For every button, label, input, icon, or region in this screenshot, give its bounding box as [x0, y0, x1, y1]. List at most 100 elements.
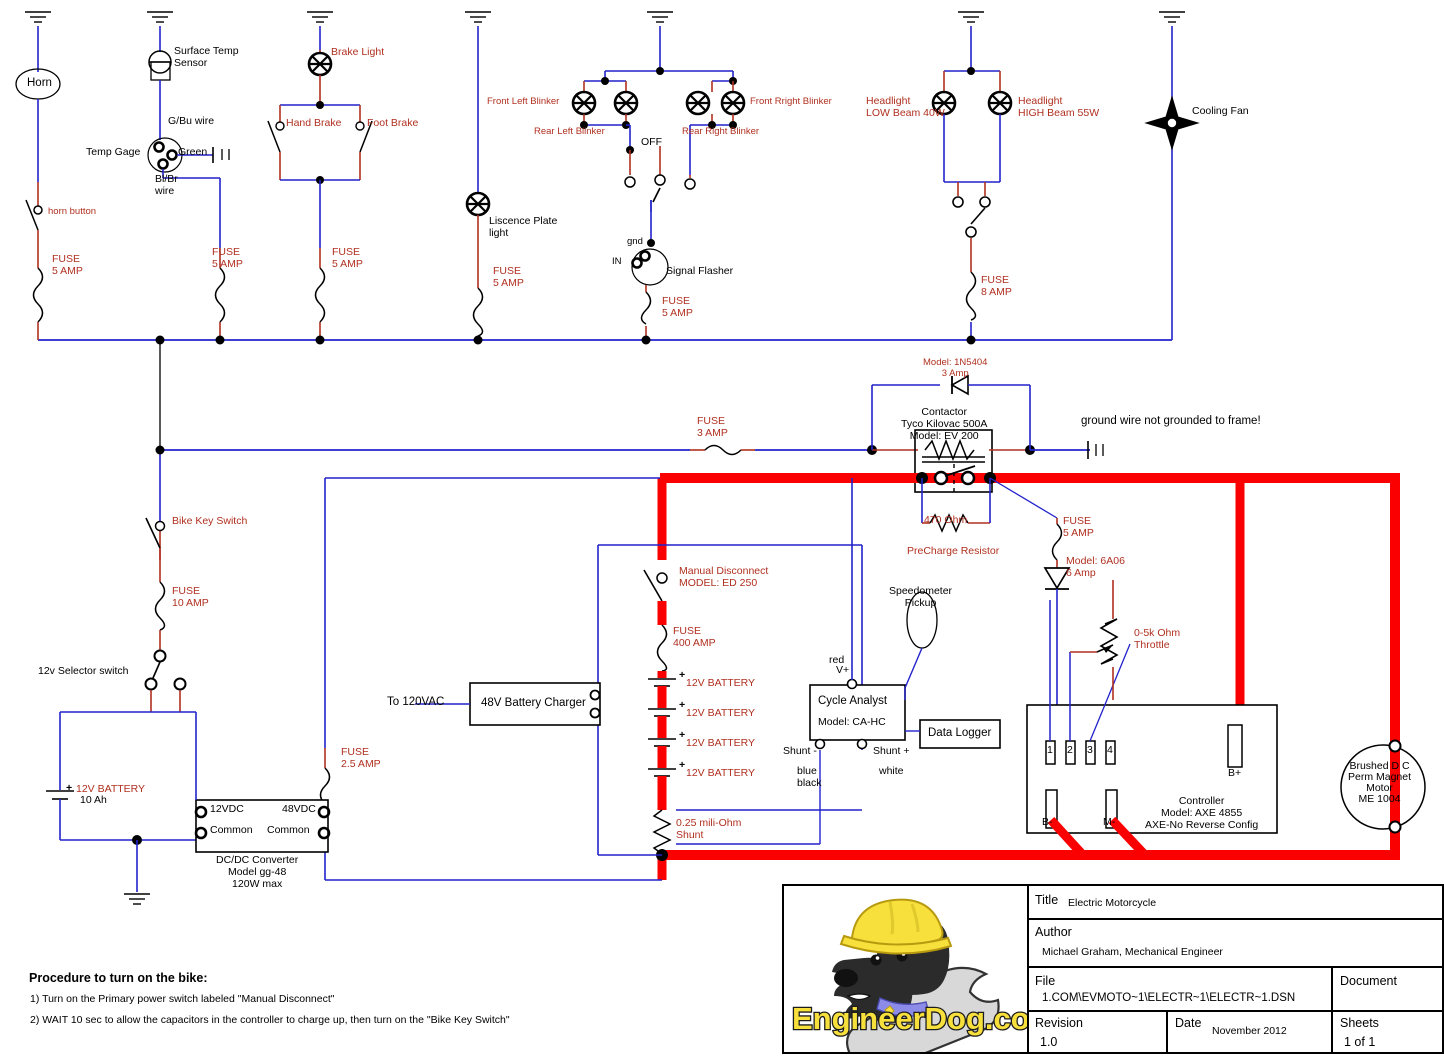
controller-bplus-label: B+: [1228, 767, 1242, 779]
dcdc-fuse-label: FUSE 2.5 AMP: [341, 746, 381, 770]
key-fuse-label: FUSE 10 AMP: [172, 585, 209, 609]
headlight-high-label: Headlight HIGH Beam 55W: [1018, 95, 1100, 119]
data-logger-label: Data Logger: [928, 727, 992, 739]
precharge-value-label: 470 Ohm: [924, 514, 968, 526]
flasher-in-label: IN: [612, 256, 622, 267]
battery-label-2: 12V BATTERY: [686, 707, 756, 719]
battery-plus-2: +: [679, 699, 686, 711]
front-right-blinker-label: Front Rright Blinker: [750, 96, 832, 107]
controller-mminus-label: M-: [1103, 816, 1116, 828]
headlight-fuse-label: FUSE 8 AMP: [981, 274, 1012, 298]
horn-fuse-label: FUSE 5 AMP: [52, 253, 83, 277]
cycle-analyst-model-label: Model: CA-HC: [818, 716, 886, 728]
surface-temp-sensor-label: Surface Temp Sensor: [174, 45, 239, 69]
controller-label: Controller Model: AXE 4855 AXE-No Reverse …: [1145, 795, 1259, 831]
author-label: Author: [1035, 925, 1072, 939]
aux-battery-plus-label: +: [66, 782, 73, 794]
manual-disconnect-label: Manual Disconnect MODEL: ED 250: [679, 565, 769, 589]
controller-pin-1: 1: [1047, 744, 1053, 756]
bike-key-switch-label: Bike Key Switch: [172, 515, 248, 527]
battery-charger-label: 48V Battery Charger: [481, 697, 586, 709]
license-plate-light-label: Liscence Plate light: [489, 215, 558, 239]
file-row: [1027, 968, 1333, 1012]
throttle-label: 0-5k Ohm Throttle: [1134, 627, 1181, 651]
author-value: Michael Graham, Mechanical Engineer: [1042, 946, 1223, 958]
signal-flasher-label: Signal Flasher: [666, 265, 734, 277]
shunt-plus-wire-label: white: [879, 765, 904, 777]
hand-brake-label: Hand Brake: [286, 117, 342, 129]
controller-bminus-label: B-: [1042, 816, 1053, 828]
cycle-analyst-label: Cycle Analyst: [818, 695, 888, 707]
contactor-label: Contactor Tyco Kilovac 500A Model: EV 200: [901, 406, 988, 442]
coil-fuse-label: FUSE 5 AMP: [1063, 515, 1094, 539]
controller-pin-3: 3: [1087, 744, 1093, 756]
front-left-blinker-label: Front Left Blinker: [487, 96, 560, 107]
dcdc-out-common-label: Common: [267, 824, 310, 836]
schematic-sheet: Horn horn button FUSE 5 AMP Surface Temp S…: [0, 0, 1444, 1060]
battery-plus-3: +: [679, 729, 686, 741]
motor-label: Brushed D C Perm Magnet Motor ME 1004: [1348, 760, 1412, 806]
v-plus-label: V+: [836, 664, 850, 676]
main-fuse-label: FUSE 400 AMP: [673, 625, 716, 649]
speedometer-pickup-label: Speedometer Pickup: [889, 585, 953, 609]
dcdc-converter-label: DC/DC Converter Model gg-48 120W max: [216, 854, 299, 890]
author-row: [1027, 920, 1442, 968]
sheets-label: Sheets: [1340, 1016, 1379, 1030]
contactor-fuse-label: FUSE 3 AMP: [697, 415, 728, 439]
temp-fuse-label: FUSE 5 AMP: [212, 246, 243, 270]
blbr-wire-label: Bl/Br wire: [155, 173, 178, 197]
engineerdog-logo: EngineerDog.com: [784, 886, 1027, 1052]
procedure-step-2: 2) WAIT 10 sec to allow the capacitors i…: [30, 1014, 510, 1026]
cooling-fan-label: Cooling Fan: [1192, 105, 1249, 117]
battery-label-1: 12V BATTERY: [686, 677, 756, 689]
battery-label-3: 12V BATTERY: [686, 737, 756, 749]
flasher-gnd-label: gnd: [627, 236, 643, 247]
headlight-low-label: Headlight LOW Beam 40W: [866, 95, 945, 119]
dcdc-in-common-label: Common: [210, 824, 253, 836]
controller-pin-4: 4: [1107, 744, 1113, 756]
coil-diode-label: Model: 6A06 6 Amp: [1066, 555, 1125, 579]
procedure-heading: Procedure to turn on the bike:: [29, 971, 208, 985]
green-wire-label: Green: [178, 146, 208, 158]
blinker-off-label: OFF: [641, 136, 662, 148]
dcdc-12vdc-label: 12VDC: [210, 803, 244, 815]
document-label: Document: [1340, 974, 1397, 988]
selector-switch-label: 12v Selector switch: [38, 665, 129, 677]
title-label: Title: [1035, 893, 1059, 907]
title-value: Electric Motorcycle: [1068, 897, 1157, 909]
dcdc-48vdc-label: 48VDC: [282, 803, 316, 815]
aux-battery-capacity-label: 10 Ah: [80, 794, 107, 806]
horn-label: Horn: [27, 77, 52, 89]
brake-fuse-label: FUSE 5 AMP: [332, 246, 363, 270]
charger-input-label: To 120VAC: [387, 696, 445, 708]
foot-brake-label: Foot Brake: [367, 117, 419, 129]
blinker-fuse-label: FUSE 5 AMP: [662, 295, 693, 319]
revision-label: Revision: [1035, 1016, 1083, 1030]
license-fuse-label: FUSE 5 AMP: [493, 265, 524, 289]
rear-right-blinker-label: Rear Right Blinker: [682, 126, 760, 137]
contactor-diode-label: Model: 1N5404 3 Amp: [923, 357, 988, 379]
file-value: 1.COM\EVMOTO~1\ELECTR~1\ELECTR~1.DSN: [1042, 992, 1296, 1004]
battery-plus-1: +: [679, 669, 686, 681]
gbu-wire-label: G/Bu wire: [168, 115, 215, 127]
date-label: Date: [1175, 1016, 1202, 1030]
procedure-step-1: 1) Turn on the Primary power switch labe…: [30, 993, 335, 1005]
rear-left-blinker-label: Rear Left Blinker: [534, 126, 605, 137]
battery-label-4: 12V BATTERY: [686, 767, 756, 779]
shunt-label: 0.25 mili-Ohm Shunt: [676, 817, 742, 841]
controller-pin-2: 2: [1067, 744, 1073, 756]
shunt-plus-label: Shunt +: [873, 745, 910, 757]
date-value: November 2012: [1212, 1025, 1287, 1037]
shunt-minus-label: Shunt -: [783, 745, 817, 757]
horn-button-label: horn button: [48, 206, 97, 217]
brake-light-label: Brake Light: [331, 46, 385, 58]
file-label: File: [1035, 974, 1056, 988]
temp-gage-label: Temp Gage: [86, 146, 141, 158]
ground-note-label: ground wire not grounded to frame!: [1081, 415, 1261, 427]
logo-wordmark: EngineerDog.com: [792, 1001, 1027, 1036]
precharge-resistor-label: PreCharge Resistor: [907, 545, 1000, 557]
sheets-value: 1 of 1: [1344, 1035, 1376, 1049]
revision-value: 1.0: [1040, 1035, 1058, 1049]
battery-plus-4: +: [679, 759, 686, 771]
shunt-minus-wires-label: blue black: [797, 765, 822, 789]
